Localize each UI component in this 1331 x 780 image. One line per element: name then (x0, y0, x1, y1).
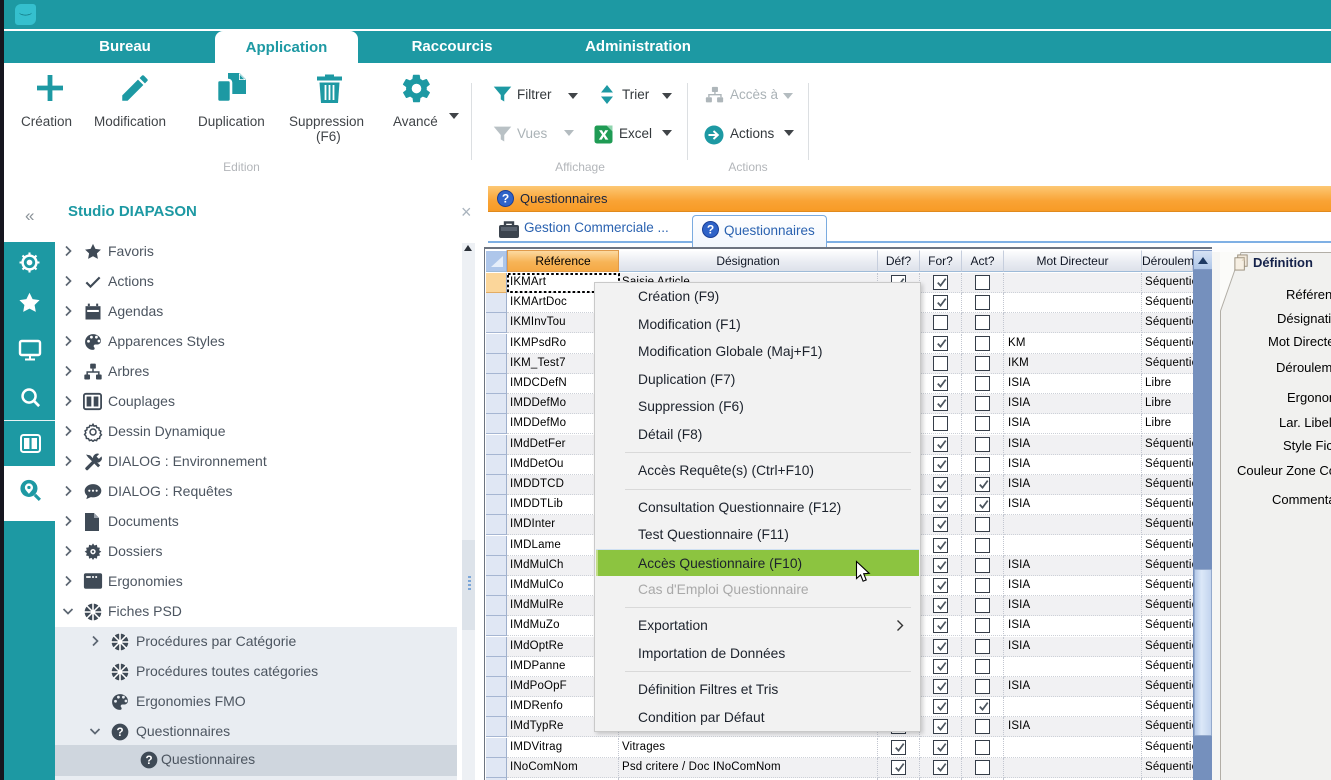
svg-text:?: ? (145, 754, 152, 767)
svg-text:?: ? (116, 726, 123, 739)
svg-text:?: ? (502, 192, 509, 206)
svg-text:?: ? (707, 223, 714, 237)
